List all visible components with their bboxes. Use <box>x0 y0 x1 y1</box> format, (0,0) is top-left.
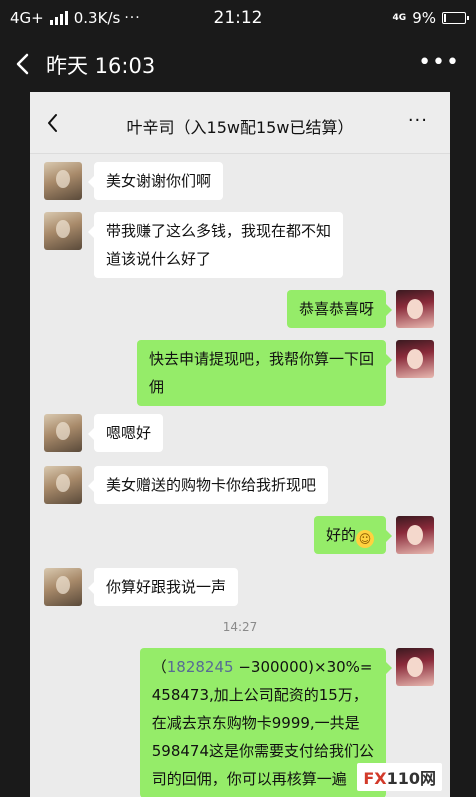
contact-avatar[interactable] <box>44 466 82 504</box>
contact-avatar[interactable] <box>44 414 82 452</box>
watermark-logo: FX110网 <box>357 763 442 791</box>
message-line: 458473,加上公司配资的15万， <box>151 686 368 704</box>
message-bubble-outgoing[interactable]: （1828245 −300000)×30%= 458473,加上公司配资的15万… <box>139 648 393 797</box>
message-line: 带我赚了这么多钱，我现在都不知 <box>106 222 332 240</box>
message-line: 598474这是你需要支付给我们公 <box>151 742 374 760</box>
message-bubble-incoming[interactable]: 美女赠送的购物卡你给我折现吧 <box>87 466 329 504</box>
battery-icon <box>442 12 469 24</box>
status-right: 4G 9% <box>392 9 469 27</box>
message-line: 在减去京东购物卡9999,一共是 <box>151 714 360 732</box>
chat-screenshot: 叶辛司（入15w配15w已结算） ··· 美女谢谢你们啊 带我赚了这么多钱，我现… <box>30 92 450 797</box>
status-bar: 4G+ 0.3K/s ··· 21:12 4G 9% <box>0 0 476 38</box>
message-text: 好的 <box>325 526 356 544</box>
my-avatar[interactable] <box>396 290 434 328</box>
message-bubble-outgoing[interactable]: 恭喜恭喜呀 <box>286 290 393 328</box>
more-options-button[interactable]: ••• <box>418 50 460 75</box>
message-timestamp: 14:27 <box>222 620 258 634</box>
viewer-title: 昨天 16:03 <box>46 54 156 78</box>
battery-percent: 9% <box>412 9 436 27</box>
my-avatar[interactable] <box>396 648 434 686</box>
contact-avatar[interactable] <box>44 212 82 250</box>
viewer-header: 昨天 16:03 ••• <box>0 38 476 92</box>
contact-avatar[interactable] <box>44 568 82 606</box>
message-line: 快去申请提现吧，我帮你算一下回 <box>148 350 374 368</box>
my-avatar[interactable] <box>396 516 434 554</box>
chat-title: 叶辛司（入15w配15w已结算） <box>126 118 354 137</box>
contact-avatar[interactable] <box>44 162 82 200</box>
message-bubble-incoming[interactable]: 带我赚了这么多钱，我现在都不知 道该说什么好了 <box>87 212 344 278</box>
message-line: 司的回佣，你可以再核算一遍 <box>151 770 347 788</box>
back-icon[interactable] <box>12 50 36 78</box>
my-avatar[interactable] <box>396 340 434 378</box>
message-bubble-incoming[interactable]: 美女谢谢你们啊 <box>87 162 224 200</box>
message-bubble-outgoing[interactable]: 快去申请提现吧，我帮你算一下回 佣 <box>136 340 393 406</box>
paren-open: （ <box>151 658 167 676</box>
message-line: （1828245 −300000)×30%= <box>152 653 374 681</box>
message-bubble-incoming[interactable]: 你算好跟我说一声 <box>87 568 239 606</box>
smile-emoji-icon: ☺ <box>356 530 374 548</box>
chat-more-button[interactable]: ··· <box>408 110 428 131</box>
network-type-right: 4G <box>392 13 407 23</box>
message-bubble-incoming[interactable]: 嗯嗯好 <box>87 414 164 452</box>
chat-header: 叶辛司（入15w配15w已结算） ··· <box>30 92 450 154</box>
message-line: 佣 <box>148 378 164 396</box>
formula-text: −300000)×30%= <box>233 658 373 676</box>
phone-number-link[interactable]: 1828245 <box>167 658 234 676</box>
message-bubble-outgoing[interactable]: 好的 ☺ <box>313 516 393 554</box>
message-line: 道该说什么好了 <box>106 250 212 268</box>
